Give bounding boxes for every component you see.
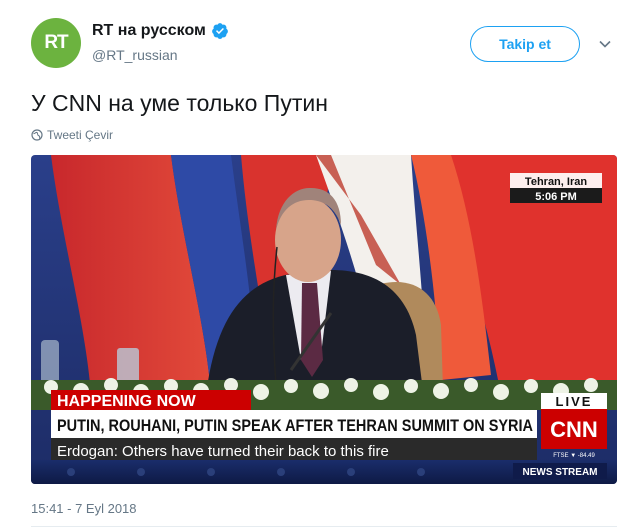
- translate-label: Tweeti Çevir: [47, 128, 114, 142]
- tweet-text: У CNN на уме только Путин: [31, 90, 328, 116]
- globe-icon: [31, 129, 43, 141]
- avatar[interactable]: RT: [31, 18, 81, 68]
- cnn-logo-text: CNN: [550, 417, 598, 442]
- avatar-logo-text: RT: [44, 32, 68, 53]
- account-name-row[interactable]: RT на русском: [92, 22, 229, 40]
- show-name-label: NEWS STREAM: [523, 467, 598, 478]
- ticker-text: FTSE ▼ -84.49: [553, 453, 595, 459]
- cnn-broadcast-frame: Tehran, Iran 5:06 PM HAPPENING NOW PUTIN…: [31, 155, 617, 484]
- follow-button[interactable]: Takip et: [470, 26, 580, 62]
- happening-now-label: HAPPENING NOW: [57, 393, 197, 410]
- verified-badge-icon: [211, 23, 228, 39]
- time-label: 5:06 PM: [535, 191, 577, 203]
- translate-tweet-link[interactable]: Tweeti Çevir: [31, 128, 113, 142]
- tweet-media-image[interactable]: Tehran, Iran 5:06 PM HAPPENING NOW PUTIN…: [31, 155, 617, 484]
- tweet-timestamp[interactable]: 15:41 - 7 Eyl 2018: [31, 501, 137, 516]
- headline-text: PUTIN, ROUHANI, PUTIN SPEAK AFTER TEHRAN…: [57, 416, 533, 435]
- location-label: Tehran, Iran: [525, 176, 587, 188]
- display-name[interactable]: RT на русском: [92, 22, 206, 40]
- divider: [31, 526, 617, 527]
- chevron-down-icon[interactable]: [598, 37, 612, 51]
- account-handle[interactable]: @RT_russian: [92, 47, 178, 63]
- subheadline-text: Erdogan: Others have turned their back t…: [57, 443, 389, 460]
- live-label: LIVE: [556, 394, 593, 409]
